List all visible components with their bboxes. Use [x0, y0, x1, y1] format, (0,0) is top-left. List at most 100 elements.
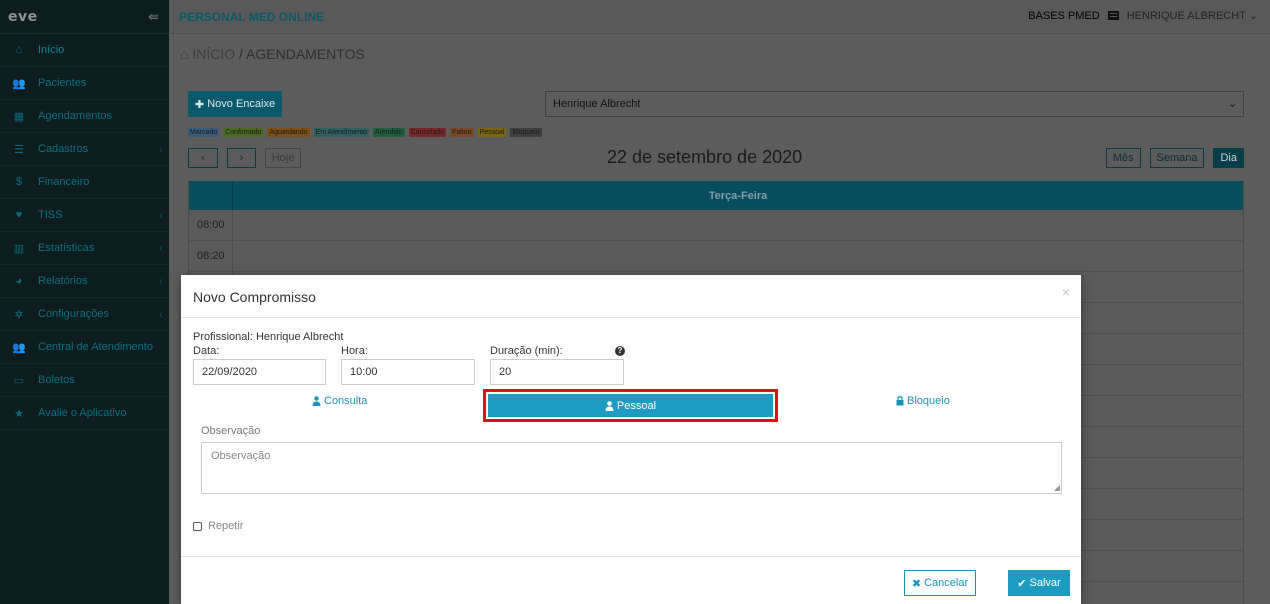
chevron-right-icon: › [239, 152, 244, 164]
week-view-button[interactable]: Semana [1149, 148, 1205, 168]
sidebar-item[interactable]: ★ Avalie o Aplicativo [0, 397, 169, 430]
sidebar-item[interactable]: 👥 Pacientes [0, 67, 169, 100]
legend-item: Aguardando [267, 128, 310, 137]
sidebar-collapse-icon[interactable]: ⇚ [148, 9, 159, 25]
time-slot-row[interactable]: 08:20 [189, 241, 1243, 272]
pie-chart-icon: ◕ [15, 275, 23, 287]
sidebar-brand: eve ⇚ [0, 0, 169, 34]
sidebar: eve ⇚ ⌂ Início 👥 Pacientes ▦ Agendamentos ☰ Cad… [0, 0, 169, 604]
times-icon: ✖ [911, 577, 922, 590]
gear-icon: ✲ [14, 308, 24, 321]
star-icon: ★ [14, 407, 24, 420]
time-label: Hora: [341, 345, 368, 357]
type-pessoal-tab[interactable]: Pessoal [483, 389, 778, 422]
topbar: PERSONAL MED ONLINE BASES PMED HENRIQUE … [169, 0, 1270, 34]
legend-item: Pessoal [477, 128, 507, 137]
sidebar-item[interactable]: ▭ Boletos [0, 364, 169, 397]
save-button[interactable]: ✔ Salvar [1008, 570, 1070, 596]
legend-item: Cancelado [408, 128, 447, 137]
sidebar-item-label: Relatórios [38, 275, 88, 287]
sidebar-item[interactable]: 👥 Central de Atendimento [0, 331, 169, 364]
chevron-left-icon: ‹ [159, 142, 163, 156]
date-label: Data: [193, 345, 220, 357]
bar-chart-icon: ▥ [13, 242, 25, 255]
sidebar-item[interactable]: ◕ Relatórios ‹ [0, 265, 169, 298]
time-slot-row[interactable]: 08:00 [189, 210, 1243, 241]
status-legend: Marcado Confirmado Aguardando Em Atendiment… [188, 128, 542, 137]
money-icon: ▭ [13, 374, 25, 387]
sidebar-item-label: TISS [38, 209, 63, 221]
chevron-down-icon: ⌄ [1248, 10, 1258, 22]
calendar-nav: ‹ › Hoje [188, 148, 301, 168]
observation-textarea[interactable]: Observação ◢ [201, 442, 1062, 494]
resize-grip-icon[interactable]: ◢ [1054, 483, 1060, 492]
chevron-down-icon: ⌄ [1227, 98, 1237, 110]
cancel-button[interactable]: ✖ Cancelar [904, 570, 976, 596]
users-icon: 👥 [12, 77, 26, 90]
dollar-icon: $ [15, 176, 23, 188]
today-button[interactable]: Hoje [265, 148, 301, 168]
sidebar-item-label: Cadastros [38, 143, 89, 155]
checkbox-icon[interactable] [193, 521, 202, 531]
next-day-button[interactable]: › [227, 148, 256, 168]
new-encaixe-button[interactable]: ✚ Novo Encaixe [188, 91, 282, 117]
calendar-view-buttons: Mês Semana Dia [1105, 148, 1244, 168]
sidebar-item-label: Início [38, 44, 65, 56]
sidebar-item[interactable]: ✲ Configurações ‹ [0, 298, 169, 331]
prev-day-button[interactable]: ‹ [188, 148, 218, 168]
sidebar-item[interactable]: $ Financeiro [0, 166, 169, 199]
calendar-grid-header: Terça-Feira [189, 181, 1243, 210]
legend-item: Em Atendimento [313, 128, 369, 137]
professional-select-value: Henrique Albrecht [553, 98, 641, 110]
sidebar-nav: ⌂ Início 👥 Pacientes ▦ Agendamentos ☰ Cadastros… [0, 34, 169, 430]
breadcrumb-home[interactable]: ⌂ INÍCIO [180, 46, 235, 62]
sidebar-item-label: Agendamentos [38, 110, 112, 122]
legend-item: Confirmado [223, 128, 264, 137]
chevron-left-icon: ‹ [159, 241, 163, 255]
sidebar-item[interactable]: ☰ Cadastros ‹ [0, 133, 169, 166]
lock-icon [896, 396, 904, 406]
breadcrumb-current: AGENDAMENTOS [246, 46, 365, 62]
help-icon[interactable]: ? [615, 346, 625, 356]
sidebar-item[interactable]: ▥ Estatísticas ‹ [0, 232, 169, 265]
type-bloqueio-tab[interactable]: Bloqueio [896, 395, 950, 407]
sidebar-item-label: Estatísticas [38, 242, 95, 254]
month-view-button[interactable]: Mês [1105, 148, 1141, 168]
duration-label: Duração (min): [490, 345, 563, 357]
legend-item: Bloqueio [510, 128, 542, 137]
sidebar-item[interactable]: ▦ Agendamentos [0, 100, 169, 133]
close-icon[interactable]: × [1062, 284, 1070, 300]
new-appointment-modal: Novo Compromisso × Profissional: Henriqu… [181, 275, 1081, 604]
date-field[interactable]: 22/09/2020 [193, 359, 326, 385]
check-icon: ✔ [1017, 577, 1027, 590]
duration-field[interactable]: 20 [490, 359, 624, 385]
sidebar-item[interactable]: ♥ TISS ‹ [0, 199, 169, 232]
professional-select[interactable]: Henrique Albrecht ⌄ [545, 91, 1244, 117]
list-icon: ☰ [14, 143, 24, 156]
user-menu[interactable]: HENRIQUE ALBRECHT ⌄ [1127, 9, 1258, 22]
sidebar-item-label: Financeiro [38, 176, 90, 188]
modal-footer: ✖ Cancelar ✔ Salvar [181, 556, 1081, 604]
sidebar-item-label: Pacientes [38, 77, 87, 89]
time-field[interactable]: 10:00 [341, 359, 475, 385]
observation-label: Observação [201, 425, 261, 437]
repeat-checkbox[interactable]: Repetir [193, 520, 243, 532]
users-icon: 👥 [12, 341, 26, 354]
modal-header: Novo Compromisso × [181, 275, 1081, 318]
observation-placeholder: Observação [211, 450, 271, 462]
day-view-button[interactable]: Dia [1213, 148, 1244, 168]
chevron-left-icon: ‹ [159, 307, 163, 321]
chevron-left-icon: ‹ [159, 274, 163, 288]
sidebar-item-label: Central de Atendimento [38, 341, 153, 353]
modal-title: Novo Compromisso [193, 289, 316, 305]
home-icon: ⌂ [180, 46, 189, 62]
heartbeat-icon: ♥ [15, 209, 23, 221]
type-consulta-tab[interactable]: Consulta [312, 395, 367, 407]
sidebar-item[interactable]: ⌂ Início [0, 34, 169, 67]
breadcrumb: ⌂ INÍCIO / AGENDAMENTOS [180, 46, 365, 62]
user-icon [605, 400, 614, 411]
breadcrumb-separator: / [239, 46, 243, 62]
bases-selector[interactable]: BASES PMED [1028, 10, 1100, 22]
time-label: 08:20 [189, 241, 233, 271]
plus-icon: ✚ [194, 98, 205, 111]
